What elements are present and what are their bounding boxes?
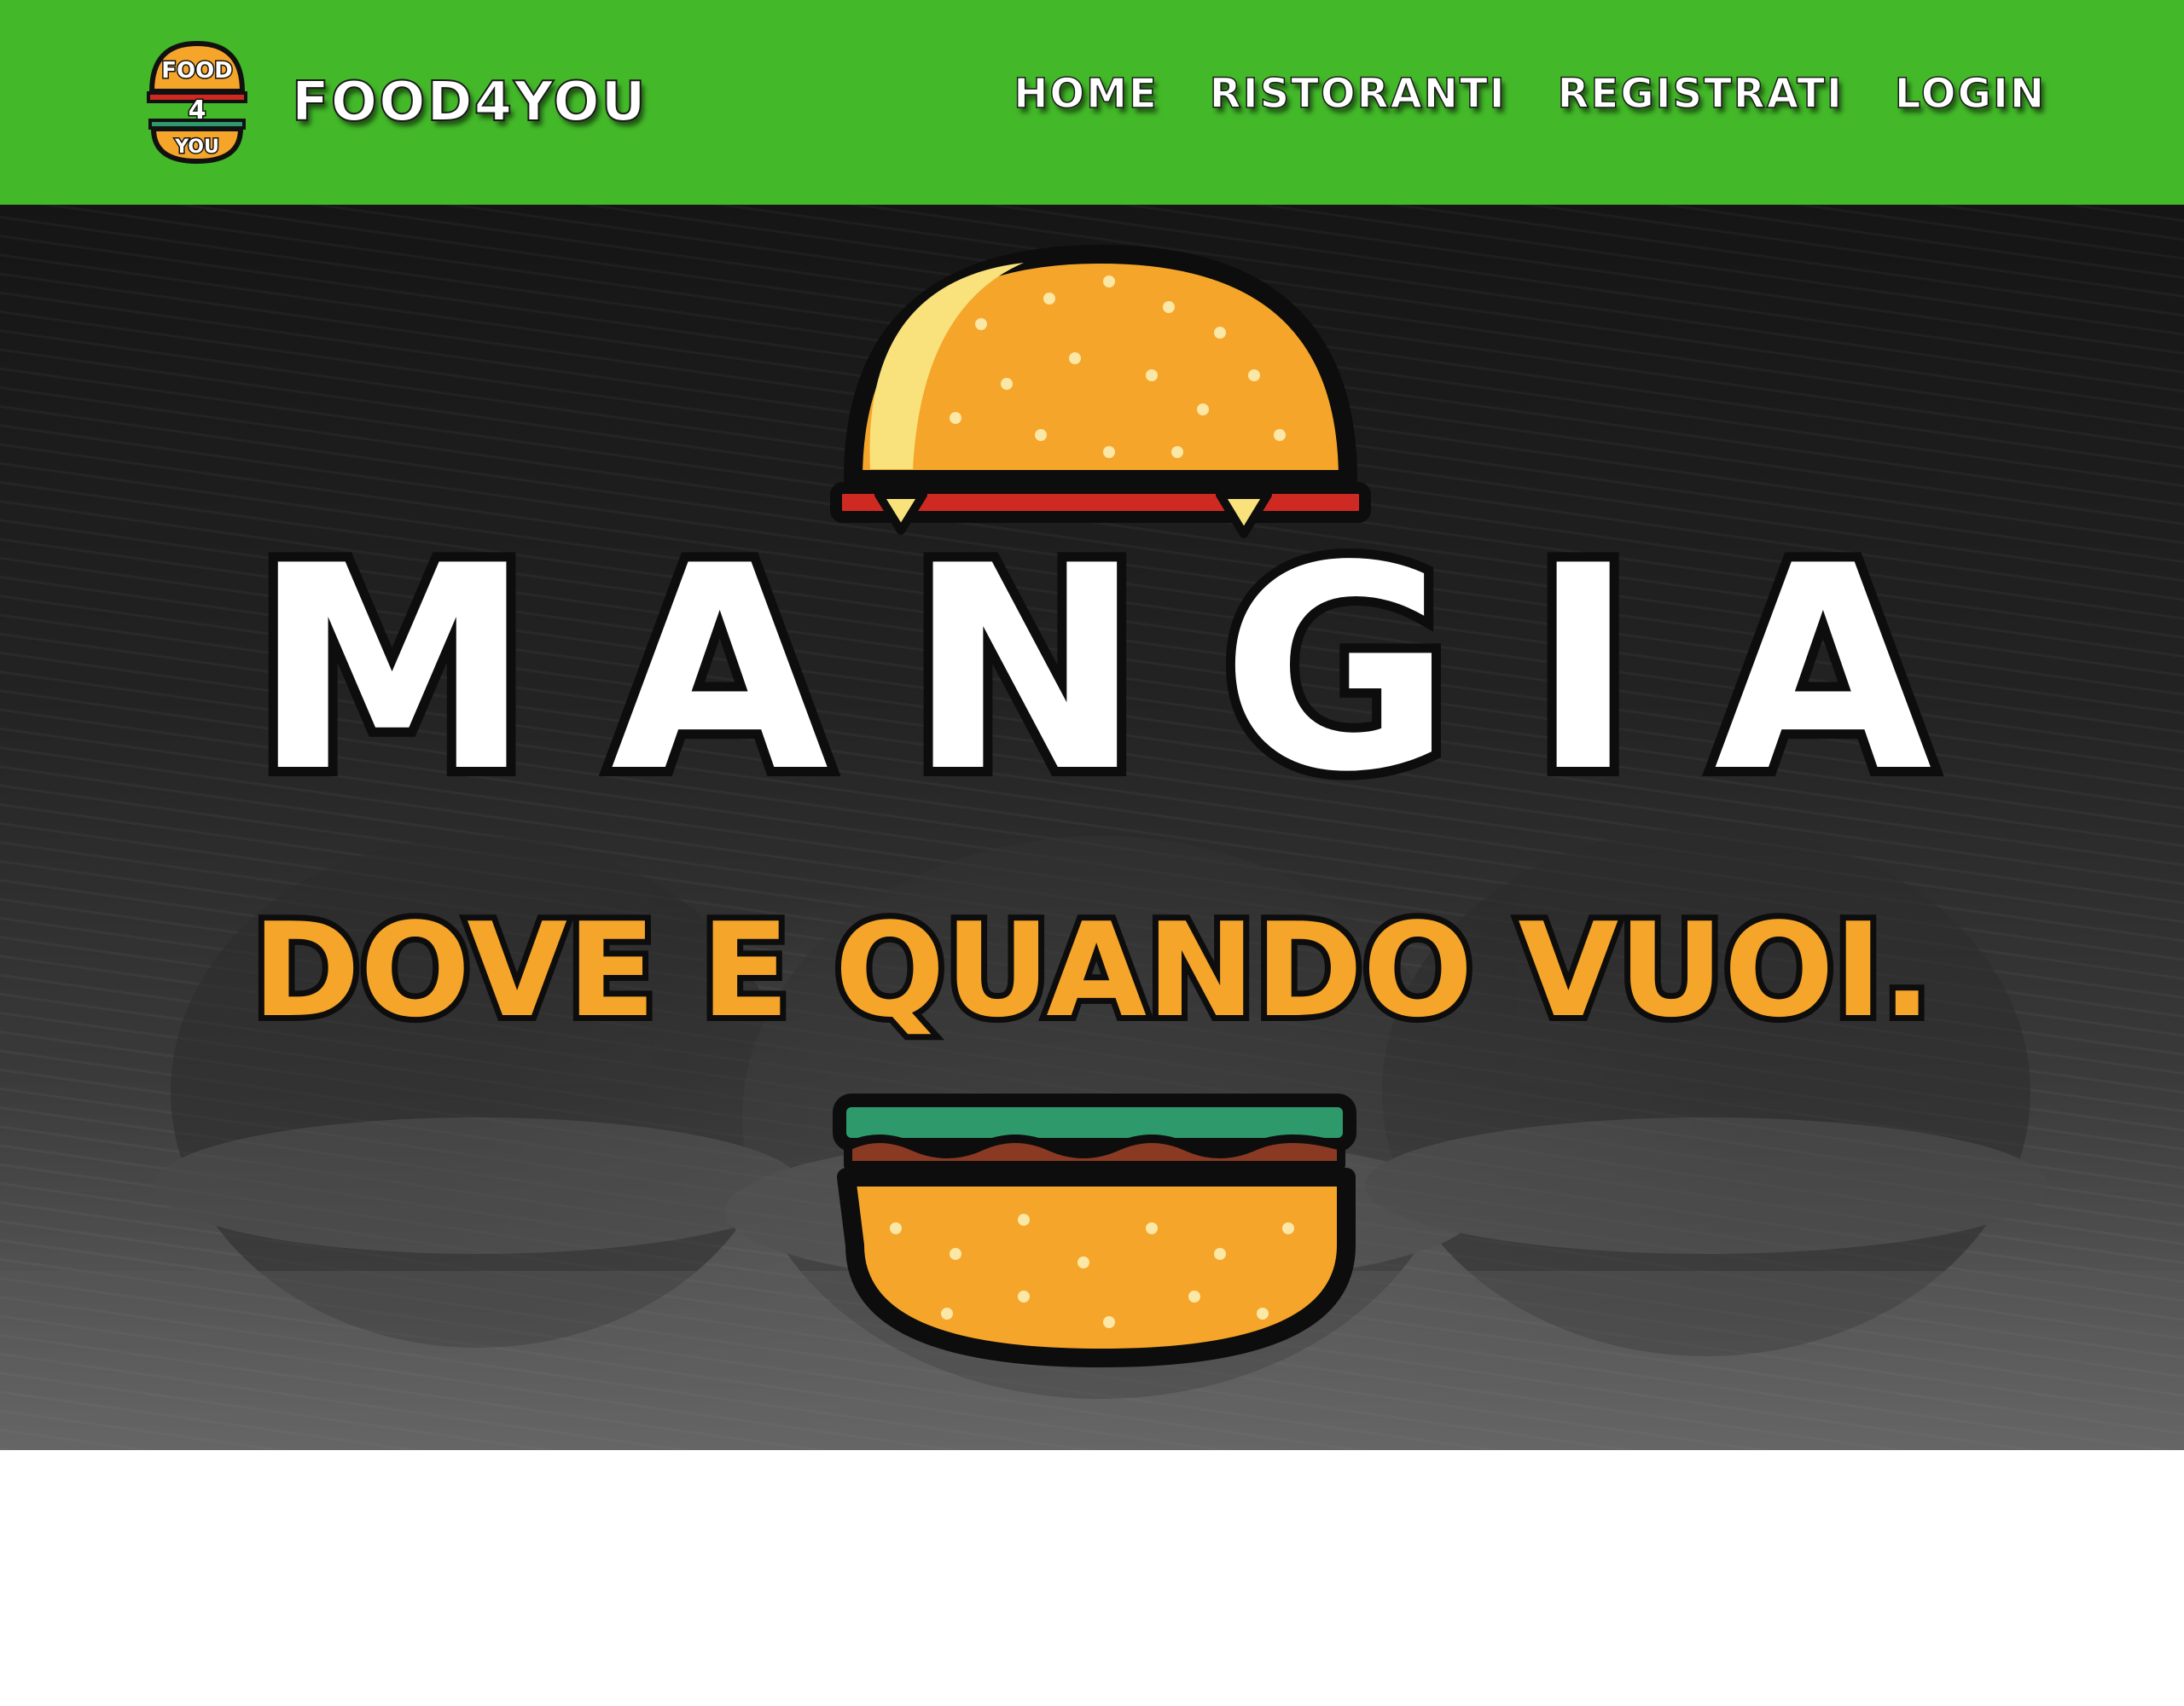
- nav-link-home[interactable]: HOME: [1013, 69, 1159, 119]
- logo-text-food: FOOD: [161, 58, 233, 84]
- hero-banner: MANGIA DOVE E QUANDO VUOI.: [0, 205, 2184, 1450]
- nav-link-ristoranti[interactable]: RISTORANTI: [1209, 69, 1507, 119]
- top-bun-icon: [830, 245, 1371, 538]
- hero-title: MANGIA: [242, 506, 2011, 833]
- brand-home-link[interactable]: FOOD 4 YOU FOOD4YOU: [145, 34, 648, 171]
- main-nav: HOME RISTORANTI REGISTRATI LOGIN: [1013, 69, 2046, 119]
- nav-link-login[interactable]: LOGIN: [1894, 69, 2046, 119]
- navbar: FOOD 4 YOU FOOD4YOU HOME RISTORANTI REGI…: [0, 0, 2184, 205]
- logo-text-you: YOU: [174, 136, 219, 158]
- bottom-bun-icon: [833, 1094, 1356, 1367]
- page-content-area: [0, 1450, 2184, 1706]
- brand-name: FOOD4YOU: [291, 70, 648, 135]
- hero-tagline: DOVE E QUANDO VUOI.: [247, 895, 1937, 1046]
- nav-link-registrati[interactable]: REGISTRATI: [1557, 69, 1844, 119]
- logo-text-4: 4: [189, 96, 206, 125]
- food4you-logo-icon: FOOD 4 YOU: [147, 40, 247, 165]
